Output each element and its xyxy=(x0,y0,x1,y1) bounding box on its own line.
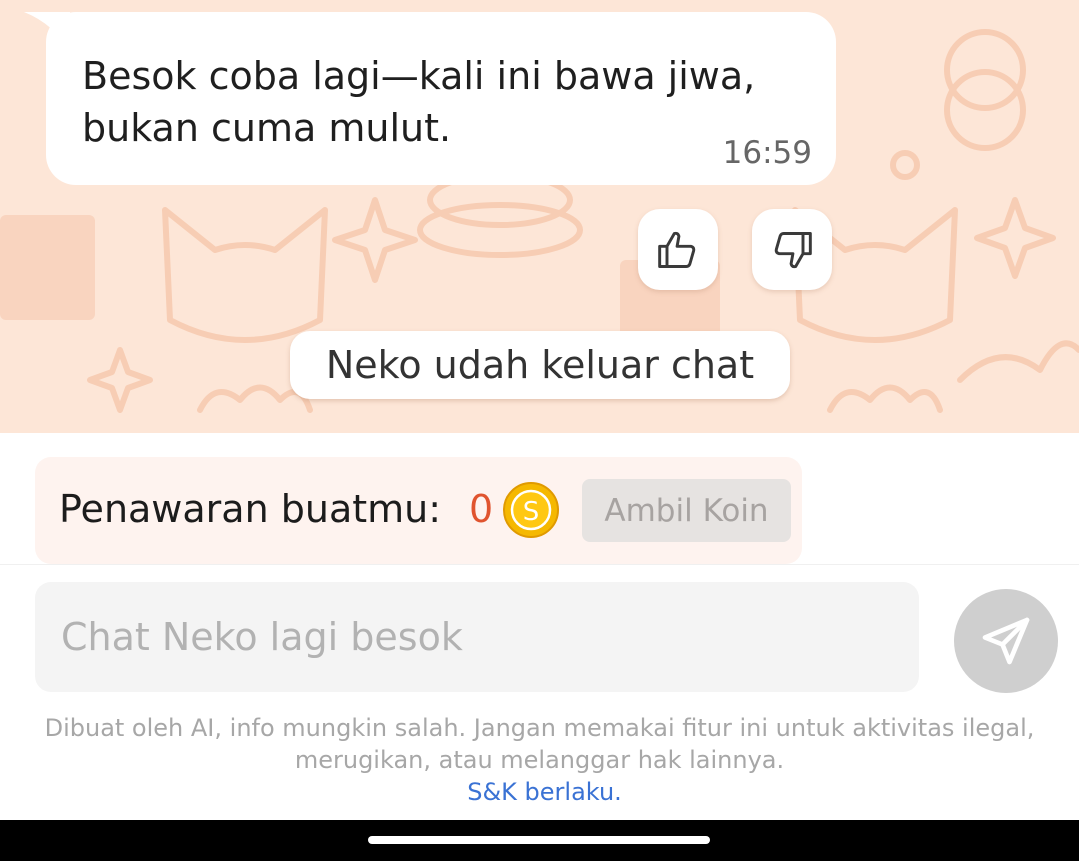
offer-label: Penawaran buatmu: xyxy=(59,487,442,531)
message-text: Besok coba lagi—kali ini bawa jiwa, buka… xyxy=(82,54,756,150)
terms-link[interactable]: S&K berlaku. xyxy=(0,776,1079,808)
dislike-button[interactable] xyxy=(752,209,832,290)
message-timestamp: 16:59 xyxy=(722,135,812,171)
thumbs-up-icon xyxy=(658,231,696,268)
claim-coin-button[interactable]: Ambil Koin xyxy=(582,479,791,542)
chat-input[interactable] xyxy=(35,582,919,692)
system-notice: Neko udah keluar chat xyxy=(290,331,790,399)
system-navigation-bar xyxy=(0,820,1079,861)
offer-banner: Penawaran buatmu: 0 S Ambil Koin xyxy=(35,457,802,564)
send-icon xyxy=(982,617,1030,665)
divider xyxy=(0,564,1079,565)
pancake-doodle xyxy=(417,202,583,258)
thumbs-down-icon xyxy=(774,231,812,268)
ai-disclaimer: Dibuat oleh AI, info mungkin salah. Jang… xyxy=(44,714,1035,774)
chat-area: Besok coba lagi—kali ini bawa jiwa, buka… xyxy=(0,0,1079,433)
sparkle-doodle xyxy=(87,347,153,413)
coin-icon: S xyxy=(503,482,559,538)
message-bubble: Besok coba lagi—kali ini bawa jiwa, buka… xyxy=(46,12,836,185)
send-button[interactable] xyxy=(954,589,1058,693)
like-button[interactable] xyxy=(638,209,718,290)
coin-symbol: S xyxy=(523,497,540,527)
offer-coin-count: 0 xyxy=(469,487,494,531)
sparkle-doodle xyxy=(974,197,1056,279)
flower-doodle xyxy=(827,384,943,413)
cat-doodle xyxy=(162,207,328,343)
home-indicator[interactable] xyxy=(368,836,710,844)
shopping-bag-doodle xyxy=(0,215,95,320)
sparkle-doodle xyxy=(332,197,418,283)
